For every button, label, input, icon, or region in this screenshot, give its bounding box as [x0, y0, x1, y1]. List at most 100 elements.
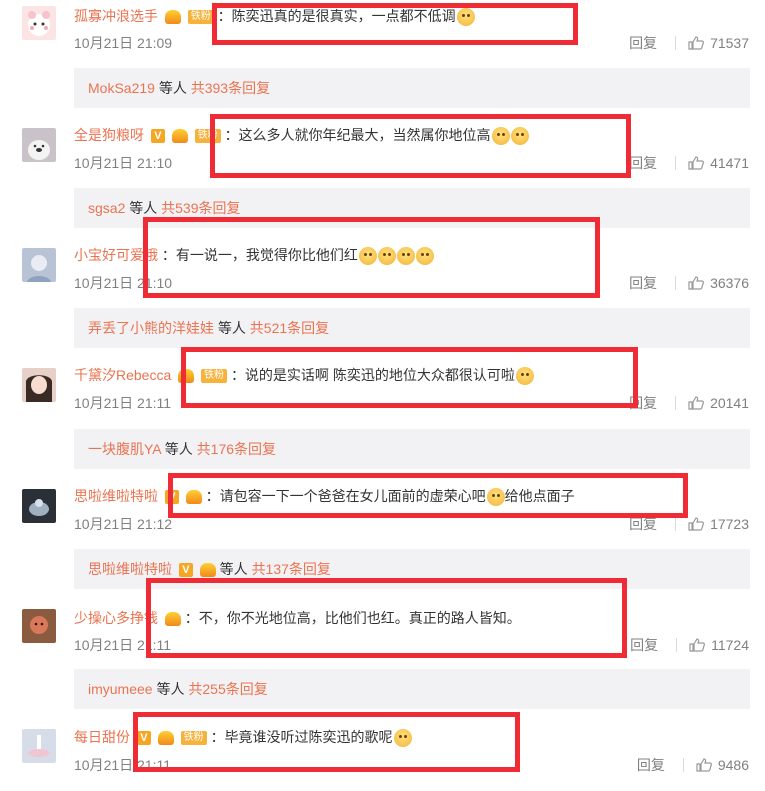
like-count: 41471	[710, 155, 749, 171]
comment-username[interactable]: 每日甜份	[74, 729, 130, 745]
like-count: 71537	[710, 35, 749, 51]
reply-summary[interactable]: 弄丢了小熊的洋娃娃 等人 共521条回复	[74, 308, 750, 348]
like-count: 17723	[710, 516, 749, 532]
reply-count-link[interactable]: 共137条回复	[252, 561, 331, 577]
reply-count-link[interactable]: 共521条回复	[250, 320, 329, 336]
comment-text: ：说的是实话啊 陈奕迅的地位大众都很认可啦	[230, 367, 515, 383]
comment-text-continued: 给他点面子	[504, 488, 575, 504]
like-count: 9486	[717, 757, 749, 773]
crown-icon	[164, 612, 181, 627]
emoji-icon	[393, 729, 412, 748]
like-count: 11724	[711, 637, 749, 653]
emoji-icon	[510, 127, 529, 146]
comment-username[interactable]: 孤寡冲浪选手	[74, 8, 158, 24]
divider	[675, 156, 677, 170]
vip-badge: V	[150, 129, 165, 144]
crown-icon	[164, 10, 181, 25]
crown-icon	[178, 369, 195, 384]
comment-text: ：这么多人就你年纪最大，当然属你地位高	[224, 127, 491, 143]
reply-button[interactable]: 回复	[629, 275, 657, 291]
comment-text: ：毕竟谁没听过陈奕迅的歌呢	[210, 729, 393, 745]
reply-button[interactable]: 回复	[629, 395, 657, 411]
comment-date: 10月21日 21:09	[74, 35, 173, 51]
avatar[interactable]	[22, 729, 56, 763]
reply-username[interactable]: sgsa2	[88, 200, 125, 216]
divider	[675, 517, 677, 531]
divider	[675, 396, 677, 410]
crown-icon	[157, 731, 174, 746]
emoji-icon	[377, 247, 396, 266]
reply-username[interactable]: 一块腹肌YA	[88, 441, 161, 457]
comment-date: 10月21日 21:11	[74, 395, 172, 411]
thumbs-up-icon[interactable]	[688, 276, 705, 290]
thumbs-up-icon[interactable]	[688, 36, 705, 50]
avatar[interactable]	[22, 6, 56, 40]
emoji-icon	[515, 367, 534, 386]
like-count: 36376	[710, 275, 749, 291]
ironfan-badge: 铁粉	[180, 731, 207, 746]
vip-badge: V	[164, 490, 179, 505]
emoji-icon	[486, 488, 505, 507]
comment-username[interactable]: 千黛汐Rebecca	[74, 367, 171, 383]
comment-date: 10月21日 21:10	[74, 155, 173, 171]
comment-username[interactable]: 思啦维啦特啦	[74, 488, 158, 504]
avatar[interactable]	[22, 489, 56, 523]
reply-username[interactable]: imyumeee	[88, 681, 153, 697]
divider	[675, 276, 677, 290]
avatar[interactable]	[22, 248, 56, 282]
reply-count-link[interactable]: 共255条回复	[188, 681, 267, 697]
reply-button[interactable]: 回复	[630, 637, 658, 653]
comment-text: ：请包容一下一个爸爸在女儿面前的虚荣心吧	[205, 488, 486, 504]
emoji-icon	[415, 247, 434, 266]
emoji-icon	[396, 247, 415, 266]
vip-badge: V	[136, 731, 151, 746]
reply-button[interactable]: 回复	[629, 155, 657, 171]
comment-text: ：不，你不光地位高，比他们也红。真正的路人皆知。	[184, 610, 521, 626]
highlight-box	[210, 114, 631, 178]
divider	[675, 36, 677, 50]
comment-username[interactable]: 全是狗粮呀	[74, 127, 144, 143]
reply-button[interactable]: 回复	[637, 757, 665, 773]
crown-icon	[171, 129, 188, 144]
reply-summary[interactable]: 一块腹肌YA 等人 共176条回复	[74, 429, 750, 469]
reply-username[interactable]: MokSa219	[88, 80, 155, 96]
thumbs-up-icon[interactable]	[689, 638, 706, 652]
ironfan-badge: 铁粉	[187, 10, 214, 25]
like-count: 20141	[710, 395, 749, 411]
ironfan-badge: 铁粉	[194, 129, 221, 144]
crown-icon	[199, 563, 216, 578]
comment-text: ：陈奕迅真的是很真实，一点都不低调	[217, 8, 456, 24]
reply-count-link[interactable]: 共393条回复	[191, 80, 270, 96]
comment-username[interactable]: 小宝好可爱哦	[74, 247, 158, 263]
reply-username[interactable]: 弄丢了小熊的洋娃娃	[88, 320, 214, 336]
divider	[676, 638, 678, 652]
thumbs-up-icon[interactable]	[688, 517, 705, 531]
reply-count-link[interactable]: 共539条回复	[161, 200, 240, 216]
thumbs-up-icon[interactable]	[688, 396, 705, 410]
emoji-icon	[456, 8, 475, 27]
reply-summary[interactable]: MokSa219 等人 共393条回复	[74, 68, 750, 108]
reply-summary[interactable]: sgsa2 等人 共539条回复	[74, 188, 750, 228]
ironfan-badge: 铁粉	[201, 369, 228, 384]
reply-button[interactable]: 回复	[629, 516, 657, 532]
reply-summary[interactable]: 思啦维啦特啦 V 等人 共137条回复	[74, 549, 750, 589]
comment-date: 10月21日 21:10	[74, 275, 173, 291]
thumbs-up-icon[interactable]	[696, 758, 712, 772]
avatar[interactable]	[22, 128, 56, 162]
comment-username[interactable]: 少操心多挣钱	[74, 610, 158, 626]
vip-badge: V	[178, 563, 193, 578]
emoji-icon	[358, 247, 377, 266]
thumbs-up-icon[interactable]	[688, 156, 705, 170]
reply-summary[interactable]: imyumeee 等人 共255条回复	[74, 669, 750, 709]
reply-count-link[interactable]: 共176条回复	[197, 441, 276, 457]
comment-date: 10月21日 21:11	[74, 637, 172, 653]
avatar[interactable]	[22, 609, 56, 643]
crown-icon	[185, 490, 202, 505]
reply-button[interactable]: 回复	[629, 35, 657, 51]
reply-username[interactable]: 思啦维啦特啦	[88, 561, 172, 577]
emoji-icon	[491, 127, 510, 146]
comment-date: 10月21日 21:11	[74, 757, 172, 773]
comment-text: ：有一说一，我觉得你比他们红	[161, 247, 358, 263]
avatar[interactable]	[22, 368, 56, 402]
comment-date: 10月21日 21:12	[74, 516, 173, 532]
